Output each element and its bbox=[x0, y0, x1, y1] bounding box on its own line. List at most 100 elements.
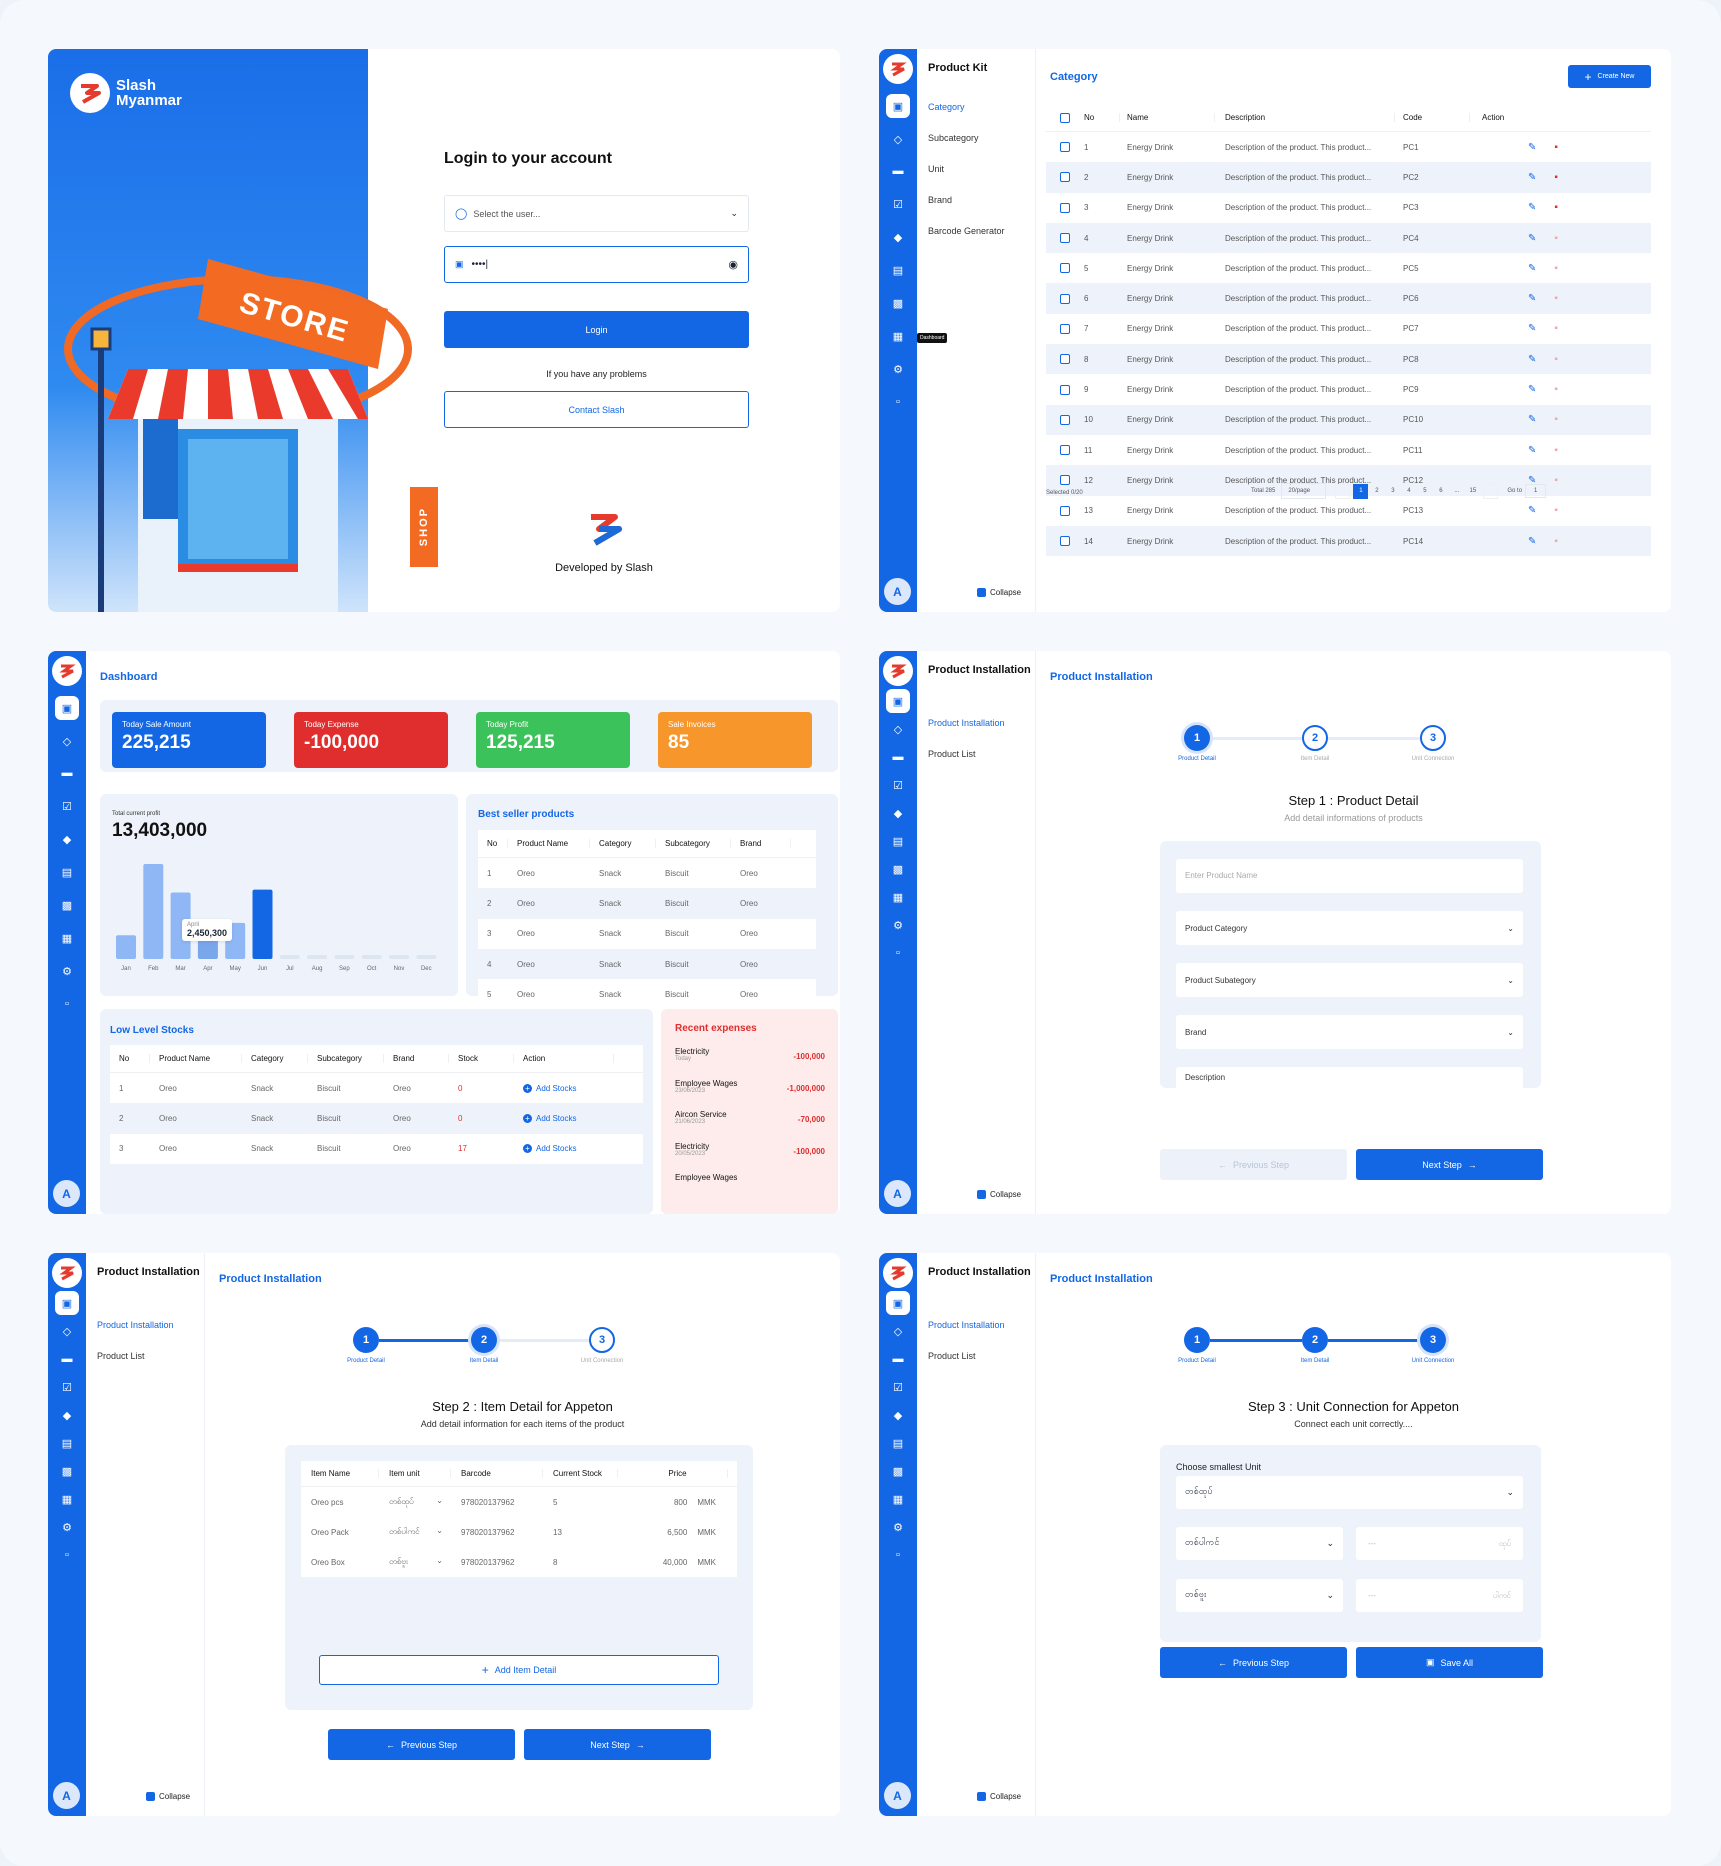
message-icon[interactable]: ▤ bbox=[886, 258, 910, 282]
trash-icon[interactable]: ▪ bbox=[1554, 293, 1558, 304]
subnav-item-product-installation[interactable]: Product Installation bbox=[928, 1320, 1005, 1330]
message-icon[interactable]: ▤ bbox=[886, 1431, 910, 1455]
unit-select[interactable]: တစ်ဗူး ⌄ bbox=[1176, 1579, 1343, 1612]
add-item-detail-button[interactable]: + Add Item Detail bbox=[319, 1655, 719, 1685]
edit-icon[interactable]: ✎ bbox=[1528, 414, 1536, 425]
edit-icon[interactable]: ✎ bbox=[1528, 293, 1536, 304]
row-checkbox[interactable] bbox=[1060, 475, 1070, 486]
page-button[interactable]: 3 bbox=[1385, 484, 1400, 499]
trash-icon[interactable]: ▪ bbox=[1554, 202, 1558, 213]
stock-value[interactable]: 8 bbox=[543, 1558, 618, 1567]
edit-icon[interactable]: ✎ bbox=[1528, 354, 1536, 365]
image-icon[interactable]: ▩ bbox=[55, 893, 79, 917]
trash-icon[interactable]: ▪ bbox=[1554, 414, 1558, 425]
subnav-item-unit[interactable]: Unit bbox=[928, 164, 944, 174]
previous-step-button[interactable]: ← Previous Step bbox=[1160, 1647, 1347, 1678]
gear-icon[interactable]: ⚙ bbox=[55, 1515, 79, 1539]
grid-icon[interactable]: ▦ bbox=[55, 1487, 79, 1511]
page-button[interactable]: 15 bbox=[1465, 484, 1480, 499]
trash-icon[interactable]: ▪ bbox=[1554, 172, 1558, 183]
product-subcategory-select[interactable]: Product Subategory ⌄ bbox=[1176, 963, 1523, 997]
description-textarea-body[interactable] bbox=[1176, 1083, 1523, 1121]
app-logo-icon[interactable] bbox=[52, 1258, 82, 1288]
description-textarea[interactable]: Description bbox=[1176, 1067, 1523, 1083]
row-checkbox[interactable] bbox=[1060, 414, 1070, 425]
trash-icon[interactable]: ▪ bbox=[1554, 445, 1558, 456]
box-icon[interactable]: ▣ bbox=[55, 1291, 79, 1315]
barcode-value[interactable]: 978020137962 bbox=[451, 1498, 543, 1507]
subnav-item-category[interactable]: Category bbox=[928, 102, 965, 112]
contact-slash-button[interactable]: Contact Slash bbox=[444, 391, 749, 428]
edit-icon[interactable]: ✎ bbox=[1528, 172, 1536, 183]
edit-icon[interactable]: ✎ bbox=[1528, 536, 1536, 547]
image-icon[interactable]: ▩ bbox=[886, 857, 910, 881]
subnav-item-product-list[interactable]: Product List bbox=[928, 1351, 976, 1361]
row-checkbox[interactable] bbox=[1060, 536, 1070, 546]
subnav-item-subcategory[interactable]: Subcategory bbox=[928, 133, 979, 143]
user-select[interactable]: ◯ Select the user... ⌄ bbox=[444, 195, 749, 232]
checklist-icon[interactable]: ☑ bbox=[886, 1375, 910, 1399]
checklist-icon[interactable]: ☑ bbox=[55, 1375, 79, 1399]
edit-icon[interactable]: ✎ bbox=[1528, 233, 1536, 244]
edit-icon[interactable]: ✎ bbox=[1528, 263, 1536, 274]
edit-icon[interactable]: ✎ bbox=[1528, 384, 1536, 395]
item-name[interactable]: Oreo Pack bbox=[301, 1528, 379, 1537]
row-checkbox[interactable] bbox=[1060, 354, 1070, 365]
trash-icon[interactable]: ▪ bbox=[1554, 475, 1558, 486]
trash-icon[interactable]: ▪ bbox=[1554, 536, 1558, 547]
page-button[interactable]: ... bbox=[1449, 484, 1464, 499]
login-button[interactable]: Login bbox=[444, 311, 749, 348]
checklist-icon[interactable]: ☑ bbox=[886, 192, 910, 216]
image-icon[interactable]: ▩ bbox=[886, 1459, 910, 1483]
gear-icon[interactable]: ⚙ bbox=[886, 913, 910, 937]
message-icon[interactable]: ▤ bbox=[55, 1431, 79, 1455]
bar-nov[interactable] bbox=[389, 955, 409, 959]
bar-dec[interactable] bbox=[416, 955, 437, 959]
gear-icon[interactable]: ⚙ bbox=[886, 357, 910, 381]
truck-icon[interactable]: ▬ bbox=[55, 1347, 79, 1371]
item-unit-select[interactable]: တစ်ထုပ် ⌄ bbox=[379, 1496, 451, 1508]
document-icon[interactable]: ▫ bbox=[55, 992, 79, 1016]
box-icon[interactable]: ▣ bbox=[886, 689, 910, 713]
row-checkbox[interactable] bbox=[1060, 233, 1070, 244]
save-all-button[interactable]: ▣ Save All bbox=[1356, 1647, 1543, 1678]
avatar[interactable]: A bbox=[884, 1782, 911, 1809]
password-field[interactable]: ▣ ••••| ◉ bbox=[444, 246, 749, 283]
app-logo-icon[interactable] bbox=[883, 54, 913, 84]
trash-icon[interactable]: ▪ bbox=[1554, 505, 1558, 516]
subnav-item-product-installation[interactable]: Product Installation bbox=[97, 1320, 174, 1330]
product-name-input[interactable]: Enter Product Name bbox=[1176, 859, 1523, 893]
price-value[interactable]: 6,500 bbox=[667, 1528, 687, 1537]
page-button[interactable]: 4 bbox=[1401, 484, 1416, 499]
trash-icon[interactable]: ▪ bbox=[1554, 384, 1558, 395]
trash-icon[interactable]: ▪ bbox=[1554, 142, 1558, 153]
grid-icon[interactable]: ▦ bbox=[886, 1487, 910, 1511]
add-stocks-link[interactable]: + Add Stocks bbox=[514, 1113, 576, 1123]
grid-icon[interactable]: ▦ bbox=[55, 926, 79, 950]
edit-icon[interactable]: ✎ bbox=[1528, 505, 1536, 516]
trash-icon[interactable]: ▪ bbox=[1554, 263, 1558, 274]
page-button[interactable]: 2 bbox=[1369, 484, 1384, 499]
checklist-icon[interactable]: ☑ bbox=[55, 794, 79, 818]
price-value[interactable]: 40,000 bbox=[663, 1558, 687, 1567]
box-icon[interactable]: ▣ bbox=[55, 696, 79, 720]
row-checkbox[interactable] bbox=[1060, 263, 1070, 274]
document-icon[interactable]: ▫ bbox=[55, 1543, 79, 1567]
truck-icon[interactable]: ▬ bbox=[886, 159, 910, 183]
row-checkbox[interactable] bbox=[1060, 293, 1070, 304]
unit-quantity-input[interactable]: --- ထုပ် bbox=[1356, 1527, 1523, 1560]
truck-icon[interactable]: ▬ bbox=[886, 745, 910, 769]
row-checkbox[interactable] bbox=[1060, 445, 1070, 456]
row-checkbox[interactable] bbox=[1060, 202, 1070, 213]
row-checkbox[interactable] bbox=[1060, 323, 1070, 334]
row-checkbox[interactable] bbox=[1060, 384, 1070, 395]
price-value[interactable]: 800 bbox=[674, 1498, 687, 1507]
cube-icon[interactable]: ◇ bbox=[886, 1319, 910, 1343]
bar-jan[interactable] bbox=[116, 935, 136, 959]
grid-icon[interactable]: ▦ bbox=[886, 324, 910, 348]
cube-icon[interactable]: ◇ bbox=[886, 127, 910, 151]
brand-select[interactable]: Brand ⌄ bbox=[1176, 1015, 1523, 1049]
bar-jul[interactable] bbox=[279, 955, 300, 959]
row-checkbox[interactable] bbox=[1060, 505, 1070, 516]
trash-icon[interactable]: ▪ bbox=[1554, 323, 1558, 334]
